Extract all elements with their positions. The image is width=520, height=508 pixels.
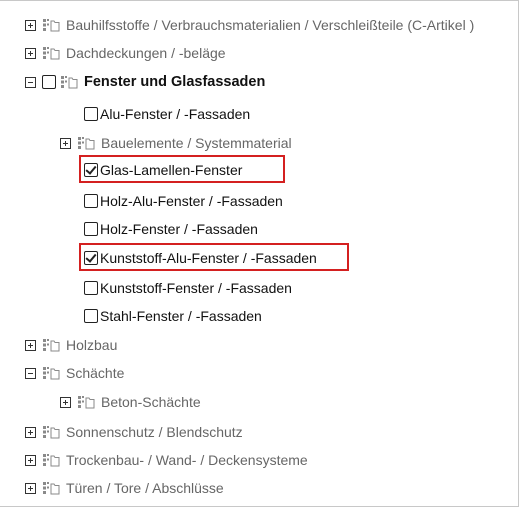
tree-item-bauelemente[interactable]: Bauelemente / Systemmaterial: [60, 132, 292, 154]
folder-tree-icon: [42, 338, 60, 352]
tree-item-stahl-fenster[interactable]: Stahl-Fenster / -Fassaden: [84, 305, 262, 327]
tree-item-beton-schaechte[interactable]: Beton-Schächte: [60, 391, 201, 413]
tree-item-schaechte[interactable]: Schächte: [25, 362, 124, 384]
tree-item-fenster-glasfassaden[interactable]: Fenster und Glasfassaden: [25, 71, 265, 93]
tree-item-holzbau[interactable]: Holzbau: [25, 334, 117, 356]
tree-item-label: Kunststoff-Fenster / -Fassaden: [100, 280, 292, 296]
tree-item-glas-lamellen[interactable]: Glas-Lamellen-Fenster: [84, 159, 242, 181]
select-checkbox[interactable]: [84, 251, 98, 265]
expand-plus-icon[interactable]: [25, 339, 36, 351]
folder-tree-icon: [77, 395, 95, 409]
tree-item-label: Bauelemente / Systemmaterial: [101, 135, 292, 151]
tree-item-label: Holzbau: [66, 337, 118, 353]
folder-tree-icon: [42, 18, 60, 32]
select-checkbox[interactable]: [84, 163, 98, 177]
tree-item-sonnenschutz[interactable]: Sonnenschutz / Blendschutz: [25, 421, 243, 443]
tree-item-dachdeckungen[interactable]: Dachdeckungen / -beläge: [25, 42, 226, 64]
tree-item-label: Türen / Tore / Abschlüsse: [66, 480, 224, 496]
tree-item-label: Schächte: [66, 365, 125, 381]
tree-item-label: Fenster und Glasfassaden: [84, 74, 266, 90]
tree-item-kunststoff-alu-fenster[interactable]: Kunststoff-Alu-Fenster / -Fassaden: [84, 247, 317, 269]
tree-item-label: Alu-Fenster / -Fassaden: [100, 106, 251, 122]
tree-item-alu-fenster[interactable]: Alu-Fenster / -Fassaden: [84, 103, 250, 125]
tree-item-kunststoff-fenster[interactable]: Kunststoff-Fenster / -Fassaden: [84, 277, 292, 299]
expand-plus-icon[interactable]: [60, 137, 71, 149]
category-tree-panel: Bauhilfsstoffe / Verbrauchsmaterialien /…: [0, 0, 519, 507]
tree-item-label: Holz-Alu-Fenster / -Fassaden: [100, 193, 283, 209]
collapse-minus-icon[interactable]: [25, 367, 36, 379]
tree-item-holz-alu-fenster[interactable]: Holz-Alu-Fenster / -Fassaden: [84, 190, 283, 212]
expand-plus-icon[interactable]: [25, 482, 36, 494]
expand-plus-icon[interactable]: [25, 454, 36, 466]
select-checkbox[interactable]: [84, 194, 98, 208]
expand-plus-icon[interactable]: [25, 19, 36, 31]
tree-item-label: Trockenbau- / Wand- / Deckensysteme: [66, 452, 308, 468]
select-checkbox[interactable]: [84, 107, 98, 121]
tree-item-label: Dachdeckungen / -beläge: [66, 45, 226, 61]
folder-tree-icon: [77, 136, 95, 150]
folder-tree-icon: [42, 366, 60, 380]
tree-item-label: Holz-Fenster / -Fassaden: [100, 221, 258, 237]
tree-item-label: Bauhilfsstoffe / Verbrauchsmaterialien /…: [66, 17, 475, 33]
expand-plus-icon[interactable]: [60, 396, 71, 408]
tree-item-label: Glas-Lamellen-Fenster: [100, 162, 243, 178]
folder-tree-icon: [42, 46, 60, 60]
folder-tree-icon: [42, 425, 60, 439]
tree-item-label: Stahl-Fenster / -Fassaden: [100, 308, 262, 324]
collapse-minus-icon[interactable]: [25, 76, 36, 88]
tree-item-label: Beton-Schächte: [101, 394, 201, 410]
tree-item-label: Sonnenschutz / Blendschutz: [66, 424, 243, 440]
tree-item-label: Kunststoff-Alu-Fenster / -Fassaden: [100, 250, 317, 266]
tree-item-bauhilfsstoffe[interactable]: Bauhilfsstoffe / Verbrauchsmaterialien /…: [25, 14, 474, 36]
tree-item-holz-fenster[interactable]: Holz-Fenster / -Fassaden: [84, 218, 258, 240]
select-checkbox[interactable]: [84, 222, 98, 236]
folder-tree-icon: [60, 75, 78, 89]
select-checkbox[interactable]: [42, 75, 56, 89]
expand-plus-icon[interactable]: [25, 426, 36, 438]
select-checkbox[interactable]: [84, 281, 98, 295]
select-checkbox[interactable]: [84, 309, 98, 323]
tree-item-tueren[interactable]: Türen / Tore / Abschlüsse: [25, 477, 224, 499]
expand-plus-icon[interactable]: [25, 47, 36, 59]
folder-tree-icon: [42, 481, 60, 495]
folder-tree-icon: [42, 453, 60, 467]
tree-item-trockenbau[interactable]: Trockenbau- / Wand- / Deckensysteme: [25, 449, 308, 471]
